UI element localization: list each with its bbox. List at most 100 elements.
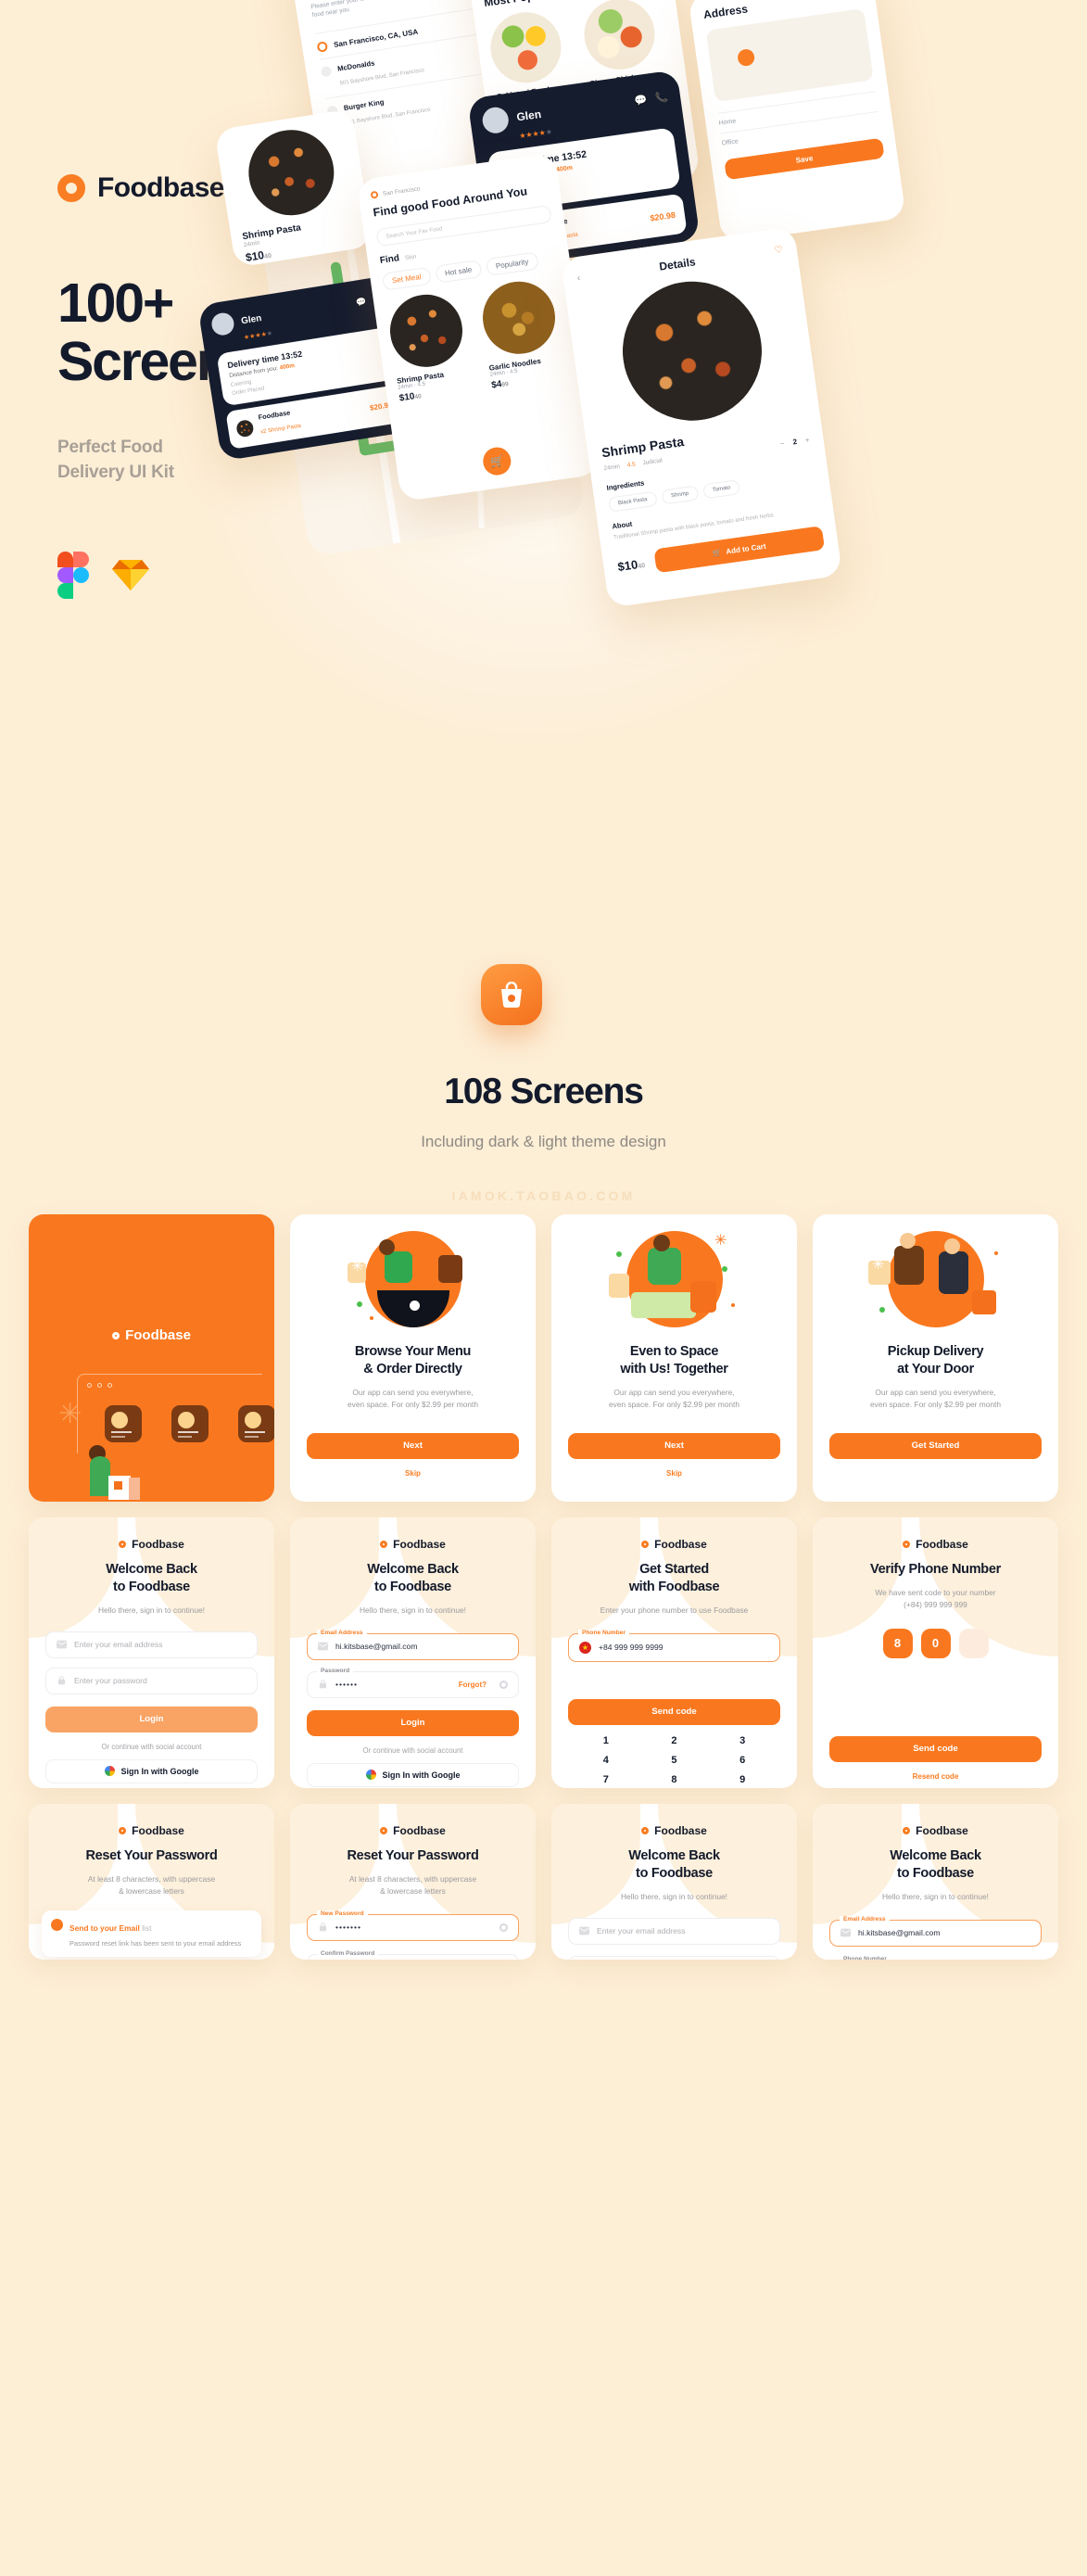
screen-welcome-empty[interactable]: Foodbase Welcome Back to Foodbase Hello …	[551, 1804, 797, 1960]
result-price: $4	[490, 378, 503, 391]
screen-reset-password-filled[interactable]: Foodbase Reset Your Password At least 8 …	[290, 1804, 536, 1960]
google-signin-button[interactable]: Sign In with Google	[307, 1762, 519, 1787]
login-button[interactable]: Login	[307, 1709, 519, 1736]
screens-grid-row-3: Foodbase Reset Your Password At least 8 …	[28, 1804, 1059, 1960]
confirm-password-field[interactable]: Confirm Password •••••••	[307, 1949, 519, 1960]
otp-digit-2[interactable]: 0	[920, 1628, 951, 1658]
welcome-title-line1: Welcome Back	[628, 1848, 720, 1863]
onboarding-next-button[interactable]: Next	[568, 1432, 780, 1459]
call-icon[interactable]: 📞	[654, 90, 669, 104]
key-4[interactable]: 4	[572, 1755, 640, 1766]
get-started-subtitle: Enter your phone number to use Foodbase	[600, 1605, 749, 1615]
key-3[interactable]: 3	[708, 1735, 777, 1746]
onboarding-skip-link[interactable]: Skip	[551, 1469, 797, 1478]
chat-icon[interactable]: 💬	[634, 93, 648, 107]
new-password-label: New Password	[317, 1910, 368, 1917]
google-signin-button[interactable]: Sign In with Google	[45, 1758, 258, 1783]
otp-inputs[interactable]: 8 0	[813, 1628, 1058, 1658]
numeric-keypad[interactable]: 1 2 3 4 5 6 7 8 9 . 0 ⌫	[572, 1735, 777, 1788]
alert-link-text[interactable]: list	[142, 1923, 151, 1933]
key-1[interactable]: 1	[572, 1735, 640, 1746]
ring-logo-icon	[641, 1541, 650, 1548]
eye-icon[interactable]	[499, 1922, 508, 1932]
screen-get-started[interactable]: Foodbase Get Started with Foodbase Enter…	[551, 1517, 797, 1788]
key-6[interactable]: 6	[708, 1755, 777, 1766]
qty-decrease[interactable]: −	[779, 439, 785, 449]
email-field[interactable]: Email Address hi.kitsbase@gmail.com	[829, 1915, 1042, 1947]
distance-value: 400m	[555, 164, 574, 174]
lock-icon	[319, 1922, 327, 1932]
resend-line[interactable]: Resend code	[813, 1772, 1058, 1781]
qty-increase[interactable]: +	[804, 436, 810, 445]
email-field[interactable]: Enter your email address	[45, 1631, 258, 1658]
password-field[interactable]: Password •••••• Forgot?	[307, 1667, 519, 1698]
onboarding-body-line2: even space. For only $2.99 per month	[347, 1399, 479, 1409]
screen-login-empty[interactable]: Foodbase Welcome Back to Foodbase Hello …	[29, 1517, 274, 1788]
screen-onboarding-1[interactable]: ✳ Browse Your Menu & Order Directly Our …	[290, 1214, 536, 1502]
cart-icon: 🛒	[711, 547, 723, 558]
tab-hot-sale[interactable]: Hot sale	[434, 259, 483, 284]
address-save-button[interactable]: Save	[724, 137, 885, 181]
key-8[interactable]: 8	[640, 1774, 709, 1785]
ring-logo-icon	[641, 1827, 650, 1834]
eye-icon[interactable]	[499, 1680, 508, 1689]
email-field[interactable]: Email Address hi.kitsbase@gmail.com	[307, 1629, 519, 1660]
splash-logo-text: Foodbase	[125, 1327, 191, 1343]
hero-section: Foodbase 100+ Screens Perfect Food Deliv…	[0, 0, 1087, 1047]
ring-logo-icon	[119, 1827, 127, 1834]
mail-icon	[318, 1642, 328, 1651]
onboarding-get-started-button[interactable]: Get Started	[829, 1432, 1042, 1459]
get-started-title: Get Started with Foodbase	[551, 1561, 797, 1596]
splash-illustration	[89, 1445, 140, 1500]
login-button[interactable]: Login	[45, 1706, 258, 1732]
detail-title: Details	[658, 255, 697, 273]
screen-onboarding-2[interactable]: ✳ Even to Space with Us! Together Our ap…	[551, 1214, 797, 1502]
alert-title: Send to your Email list	[70, 1923, 151, 1933]
chat-icon[interactable]: 💬	[355, 297, 367, 309]
screen-logo: Foodbase	[290, 1538, 536, 1551]
send-code-button[interactable]: Send code	[568, 1698, 780, 1725]
onboarding-body-line2: even space. For only $2.99 per month	[869, 1399, 1002, 1409]
dish-card-mockup: Shrimp Pasta 24min $1040	[214, 108, 373, 268]
otp-digit-1[interactable]: 8	[882, 1628, 913, 1658]
screen-verify-phone[interactable]: Foodbase Verify Phone Number We have sen…	[813, 1517, 1058, 1788]
email-field[interactable]: Enter your email address	[568, 1917, 780, 1945]
screen-splash[interactable]: Foodbase ✳	[29, 1214, 274, 1502]
qty-value: 2	[791, 437, 798, 447]
heart-icon[interactable]: ♡	[774, 245, 783, 256]
onboarding-next-button[interactable]: Next	[307, 1432, 519, 1459]
key-5[interactable]: 5	[640, 1755, 709, 1766]
sparkle-icon: ✳	[58, 1399, 82, 1429]
send-code-button[interactable]: Send code	[829, 1735, 1042, 1762]
flag-vietnam-icon: ★	[579, 1641, 591, 1654]
key-7[interactable]: 7	[572, 1774, 640, 1785]
login-title: Welcome Back to Foodbase	[290, 1561, 536, 1596]
screen-welcome-filled[interactable]: Foodbase Welcome Back to Foodbase Hello …	[813, 1804, 1058, 1960]
new-password-field[interactable]: New Password •••••••	[307, 1910, 519, 1941]
back-icon[interactable]: ‹	[576, 273, 581, 283]
screen-reset-password-empty[interactable]: Foodbase Reset Your Password At least 8 …	[29, 1804, 274, 1960]
otp-digit-3[interactable]	[958, 1628, 989, 1658]
onboarding-skip-link[interactable]: Skip	[290, 1469, 536, 1478]
distance-value: 400m	[279, 362, 296, 372]
key-2[interactable]: 2	[640, 1735, 709, 1746]
cart-fab-icon[interactable]: 🛒	[481, 445, 513, 477]
screen-logo: Foodbase	[290, 1824, 536, 1837]
onboarding-body-line1: Our app can send you everywhere,	[613, 1387, 735, 1397]
forgot-link[interactable]: Forgot?	[459, 1681, 487, 1689]
screen-onboarding-3[interactable]: ✳ Pickup Delivery at Your Door Our app c…	[813, 1214, 1058, 1502]
location-pin-icon	[370, 190, 379, 199]
key-9[interactable]: 9	[708, 1774, 777, 1785]
app-icon-badge	[481, 964, 542, 1025]
login-title-line1: Welcome Back	[106, 1562, 197, 1577]
tab-set-meal[interactable]: Set Meal	[381, 266, 432, 291]
screen-login-filled[interactable]: Foodbase Welcome Back to Foodbase Hello …	[290, 1517, 536, 1788]
onboarding-title-line1: Even to Space	[629, 1344, 719, 1359]
phone-value: +84 999 999 9999	[599, 1643, 664, 1653]
sketch-icon	[111, 557, 150, 592]
password-field[interactable]: Enter your password	[45, 1667, 258, 1694]
tab-popularity[interactable]: Popularity	[485, 251, 539, 276]
new-password-value: •••••••	[335, 1922, 362, 1933]
phone-field[interactable]: Phone Number ★ +84 999 999 9999	[568, 1629, 780, 1662]
phone-field[interactable]: ★ Enter your phone number	[568, 1955, 780, 1960]
